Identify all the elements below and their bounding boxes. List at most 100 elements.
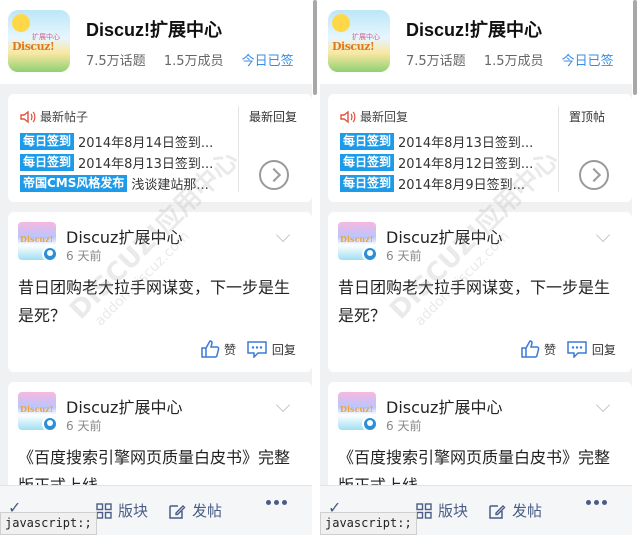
user-badge-icon (362, 416, 378, 432)
notice-title[interactable]: 2014年8月13日签到... (78, 157, 213, 172)
post-card[interactable]: Discuz! Discuz扩展中心 6 天前 昔日团购老大拉手网谋变，下一步是… (328, 212, 632, 372)
more-dots-icon[interactable] (586, 500, 610, 505)
grid-icon (96, 502, 112, 519)
chevron-down-icon[interactable] (275, 227, 291, 243)
avatar[interactable]: Discuz! (338, 222, 378, 262)
notice-tag[interactable]: 每日签到 (20, 154, 75, 171)
notice-tag[interactable]: 帝国CMS风格发布 (20, 175, 128, 192)
edit-icon (169, 504, 186, 519)
notice-heading[interactable]: 最新回复 (340, 108, 408, 125)
post-card[interactable]: Discuz! Discuz扩展中心 6 天前 《百度搜索引擎网页质量白皮书》完… (328, 382, 632, 502)
member-count: 1.5万成员 (483, 54, 544, 69)
notice-card: 最新帖子 每日签到 2014年8月14日签到... 每日签到 2014年8月13日签… (8, 94, 312, 202)
board-label: 版块 (438, 502, 469, 520)
chevron-down-icon[interactable] (595, 227, 611, 243)
notice-tag[interactable]: 每日签到 (340, 175, 395, 192)
avatar[interactable]: Discuz! (338, 392, 378, 432)
chevron-down-icon[interactable] (275, 397, 291, 413)
board-button[interactable]: 版块 (416, 500, 468, 521)
chevron-right-circle-icon[interactable] (579, 160, 609, 190)
new-post-button[interactable]: 发帖 (488, 500, 542, 521)
forum-stats: 7.5万话题 1.5万成员 今日已签 (406, 50, 614, 69)
notice-card: 最新回复 每日签到 2014年8月13日签到... 每日签到 2014年8月12日签… (328, 94, 632, 202)
post-body[interactable]: 昔日团购老大拉手网谋变，下一步是生是死？ (18, 274, 302, 330)
user-badge-icon (42, 416, 58, 432)
grid-icon (416, 502, 432, 519)
reply-label: 回复 (591, 342, 616, 357)
edit-icon (489, 504, 506, 519)
notice-title[interactable]: 2014年8月12日签到... (398, 157, 533, 172)
notice-title[interactable]: 2014年8月13日签到... (398, 136, 533, 151)
forum-logo[interactable]: 扩展中心 Discuz! (8, 10, 70, 72)
avatar[interactable]: Discuz! (18, 392, 58, 432)
notice-item[interactable]: 每日签到 2014年8月9日签到... (340, 174, 554, 195)
logo-sun-icon (332, 14, 350, 32)
notice-title[interactable]: 2014年8月14日签到... (78, 136, 213, 151)
comment-icon (247, 341, 267, 358)
notice-side-tab[interactable]: 最新回复 (249, 108, 297, 125)
notice-heading-label: 最新回复 (360, 110, 409, 124)
post-label: 发帖 (192, 502, 223, 520)
like-label: 赞 (544, 342, 557, 357)
post-label: 发帖 (512, 502, 543, 520)
notice-divider (558, 106, 559, 192)
forum-title: Discuz!扩展中心 (406, 20, 543, 40)
notice-heading[interactable]: 最新帖子 (20, 108, 88, 125)
notice-item[interactable]: 每日签到 2014年8月13日签到... (340, 132, 554, 153)
post-body[interactable]: 昔日团购老大拉手网谋变，下一步是生是死？ (338, 274, 622, 330)
chevron-right-circle-icon[interactable] (259, 160, 289, 190)
notice-title[interactable]: 浅谈建站那... (131, 178, 208, 193)
scrollbar-left[interactable] (312, 0, 320, 535)
post-card[interactable]: Discuz! Discuz扩展中心 6 天前 《百度搜索引擎网页质量白皮书》完… (8, 382, 312, 502)
like-button[interactable]: 赞 (520, 340, 556, 358)
user-badge-icon (42, 246, 58, 262)
chevron-down-icon[interactable] (595, 397, 611, 413)
notice-item[interactable]: 每日签到 2014年8月13日签到... (20, 153, 234, 174)
post-author[interactable]: Discuz扩展中心 (386, 394, 502, 418)
notice-list: 每日签到 2014年8月14日签到... 每日签到 2014年8月13日签到... … (20, 132, 234, 195)
notice-tag[interactable]: 每日签到 (340, 154, 395, 171)
thumbs-up-icon (521, 340, 540, 358)
reply-button[interactable]: 回复 (246, 340, 296, 358)
more-dots-icon[interactable] (266, 500, 290, 505)
signed-in-link[interactable]: 今日已签 (242, 54, 294, 69)
new-post-button[interactable]: 发帖 (168, 500, 222, 521)
reply-button[interactable]: 回复 (566, 340, 616, 358)
comment-icon (567, 341, 587, 358)
topic-count: 7.5万话题 (406, 54, 466, 69)
notice-title[interactable]: 2014年8月9日签到... (398, 178, 525, 193)
post-time: 6 天前 (386, 419, 422, 433)
thumbs-up-icon (201, 340, 220, 358)
post-time: 6 天前 (66, 249, 102, 263)
notice-side-tab[interactable]: 置顶帖 (569, 108, 605, 125)
logo-text: Discuz! (332, 40, 375, 53)
like-button[interactable]: 赞 (200, 340, 236, 358)
avatar[interactable]: Discuz! (18, 222, 58, 262)
scrollbar-right[interactable] (632, 0, 640, 535)
post-author[interactable]: Discuz扩展中心 (386, 224, 502, 248)
avatar-logo: Discuz! (340, 404, 374, 414)
like-label: 赞 (224, 342, 237, 357)
post-actions: 赞 回复 (194, 340, 296, 361)
board-button[interactable]: 版块 (96, 500, 148, 521)
notice-item[interactable]: 帝国CMS风格发布 浅谈建站那... (20, 174, 234, 195)
notice-tag[interactable]: 每日签到 (340, 133, 395, 150)
reply-label: 回复 (271, 342, 296, 357)
post-actions: 赞 回复 (514, 340, 616, 361)
logo-sun-icon (12, 14, 30, 32)
status-url: javascript:; (0, 512, 97, 535)
post-time: 6 天前 (66, 419, 102, 433)
signed-in-link[interactable]: 今日已签 (562, 54, 614, 69)
notice-item[interactable]: 每日签到 2014年8月12日签到... (340, 153, 554, 174)
notice-tag[interactable]: 每日签到 (20, 133, 75, 150)
forum-logo[interactable]: 扩展中心 Discuz! (328, 10, 390, 72)
notice-heading-label: 最新帖子 (40, 110, 89, 124)
speaker-icon (20, 110, 36, 123)
post-card[interactable]: Discuz! Discuz扩展中心 6 天前 昔日团购老大拉手网谋变，下一步是… (8, 212, 312, 372)
avatar-logo: Discuz! (20, 234, 54, 244)
avatar-logo: Discuz! (20, 404, 54, 414)
post-author[interactable]: Discuz扩展中心 (66, 394, 182, 418)
phone-pane-right: 扩展中心 Discuz! Discuz!扩展中心 7.5万话题 1.5万成员 今… (320, 0, 632, 535)
post-author[interactable]: Discuz扩展中心 (66, 224, 182, 248)
notice-item[interactable]: 每日签到 2014年8月14日签到... (20, 132, 234, 153)
